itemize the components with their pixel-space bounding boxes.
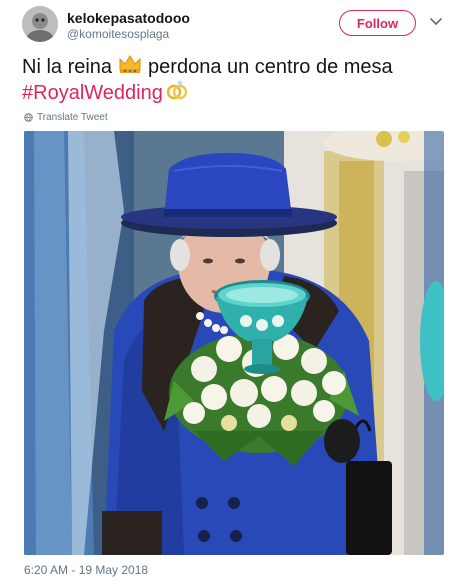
follow-button[interactable]: Follow (339, 10, 416, 36)
tweet-text-part2: perdona un centro de mesa (148, 56, 393, 78)
chevron-down-icon[interactable] (430, 18, 442, 26)
crown-icon (118, 54, 142, 81)
timestamp[interactable]: 6:20 AM - 19 May 2018 (24, 563, 148, 577)
tweet-text-part1: Ni la reina (22, 56, 113, 78)
translate-tweet-link[interactable]: Translate Tweet (24, 112, 108, 123)
tweet-line-2: #RoyalWedding (22, 80, 452, 106)
tweet-text: Ni la reina perdona un centro de mesa #R… (22, 54, 452, 106)
tweet-line-1: Ni la reina perdona un centro de mesa (22, 54, 452, 80)
handle[interactable]: @komoitesosplaga (67, 27, 169, 41)
display-name[interactable]: kelokepasatodooo (67, 10, 190, 26)
hashtag-link[interactable]: #RoyalWedding (22, 80, 163, 106)
photo-queen-bouquet (24, 131, 444, 555)
tweet-card: kelokepasatodooo @komoitesosplaga Follow… (0, 0, 470, 586)
avatar[interactable] (22, 6, 58, 42)
translate-label: Translate Tweet (37, 112, 108, 123)
globe-icon (24, 113, 33, 122)
rings-icon (165, 80, 189, 107)
tweet-photo[interactable] (24, 131, 444, 555)
avatar-image (22, 6, 58, 42)
